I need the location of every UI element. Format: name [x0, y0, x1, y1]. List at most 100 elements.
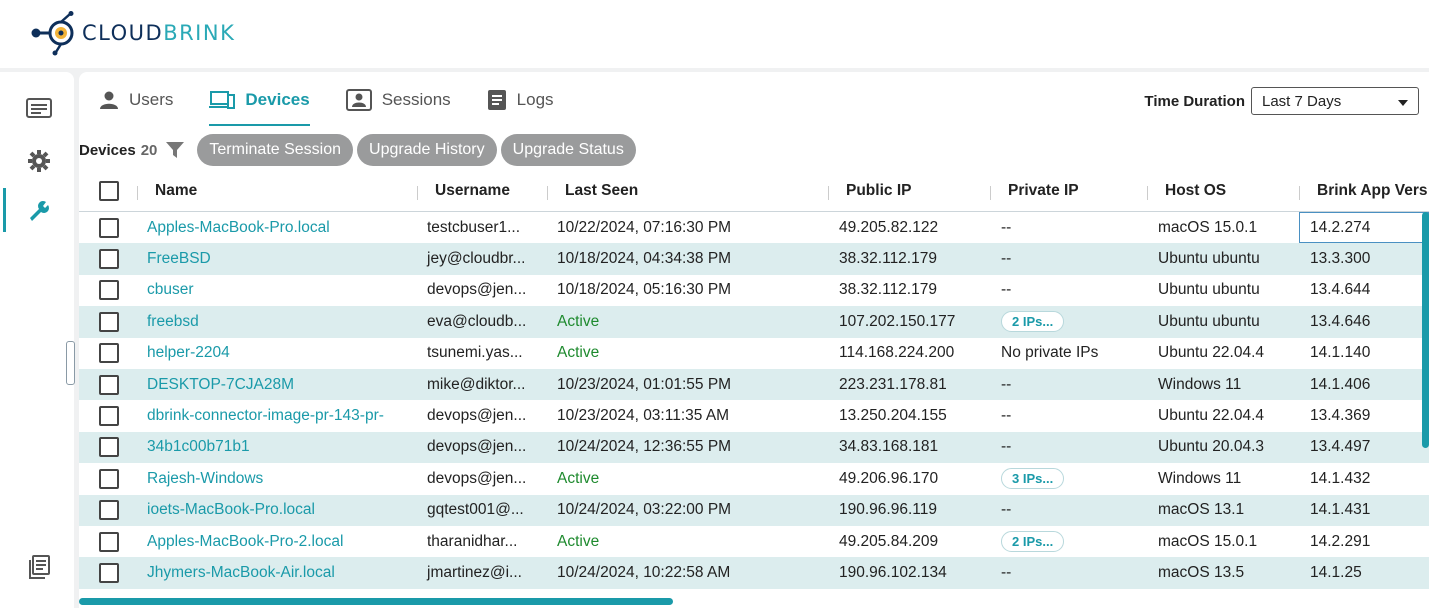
- device-name-link[interactable]: Rajesh-Windows: [147, 470, 263, 487]
- username-cell: mike@diktor...: [427, 375, 526, 393]
- username-cell: jmartinez@i...: [427, 563, 522, 581]
- cloudbrink-logo[interactable]: CLOUDBRINK: [30, 10, 235, 56]
- last-seen-cell: 10/22/2024, 07:16:30 PM: [547, 219, 828, 237]
- col-brink-app-version[interactable]: Brink App Vers: [1299, 182, 1429, 200]
- col-private-ip[interactable]: Private IP: [990, 182, 1147, 200]
- row-checkbox[interactable]: [99, 406, 119, 427]
- row-checkbox[interactable]: [99, 343, 119, 364]
- row-select-cell: [79, 343, 137, 364]
- horizontal-scrollbar[interactable]: [79, 598, 673, 605]
- last-seen-cell: 10/23/2024, 01:01:55 PM: [547, 376, 828, 394]
- tab-sessions[interactable]: Sessions: [345, 84, 451, 116]
- app-version-cell[interactable]: 14.2.274: [1299, 212, 1429, 244]
- device-name-cell: DESKTOP-7CJA28M: [137, 376, 417, 394]
- app-version-cell[interactable]: 13.4.497: [1299, 438, 1429, 456]
- row-checkbox[interactable]: [99, 217, 119, 238]
- private-ips-chip[interactable]: 3 IPs...: [1001, 468, 1065, 490]
- app-version-cell[interactable]: 14.1.406: [1299, 376, 1429, 394]
- table-row[interactable]: cbuser devops@jen... 10/18/2024, 05:16:30 …: [79, 275, 1429, 306]
- table-row[interactable]: ioets-MacBook-Pro.local gqtest001@... 10/2…: [79, 494, 1429, 526]
- device-name-link[interactable]: freebsd: [147, 313, 199, 330]
- table-row[interactable]: 34b1c00b71b1 devops@jen... 10/24/2024, 12:…: [79, 431, 1429, 464]
- tab-label: Devices: [245, 90, 310, 109]
- col-name[interactable]: Name: [137, 182, 417, 200]
- device-name-link[interactable]: dbrink-connector-image-pr-143-pr-: [147, 407, 384, 424]
- table-row[interactable]: DESKTOP-7CJA28M mike@diktor... 10/23/2024,…: [79, 368, 1429, 401]
- settings-gear-icon[interactable]: [26, 148, 52, 174]
- sidebar-collapse-handle[interactable]: [66, 341, 75, 385]
- row-select-cell: [79, 437, 137, 458]
- last-seen-cell: Active: [547, 313, 828, 331]
- private-ips-chip[interactable]: 2 IPs...: [1001, 531, 1065, 553]
- table-row[interactable]: Apples-MacBook-Pro.local testcbuser1... 10…: [79, 212, 1429, 244]
- dashboard-icon[interactable]: [26, 96, 52, 122]
- device-name-link[interactable]: cbuser: [147, 281, 194, 298]
- app-version-cell[interactable]: 14.1.140: [1299, 344, 1429, 362]
- app-version-cell[interactable]: 14.1.25: [1299, 564, 1429, 582]
- col-last-seen[interactable]: Last Seen: [547, 182, 828, 200]
- vertical-scrollbar[interactable]: [1422, 212, 1429, 448]
- dropdown-arrow-icon: [1398, 93, 1408, 110]
- row-checkbox[interactable]: [99, 500, 119, 521]
- table-row[interactable]: Jhymers-MacBook-Air.local jmartinez@i... 1…: [79, 557, 1429, 589]
- table-row[interactable]: Apples-MacBook-Pro-2.local tharanidhar...…: [79, 526, 1429, 557]
- tab-label: Sessions: [381, 90, 451, 109]
- terminate-session-button[interactable]: Terminate Session: [197, 134, 354, 166]
- app-version-cell[interactable]: 14.1.431: [1299, 501, 1429, 519]
- logs-icon: [487, 89, 507, 111]
- devices-count: 20: [140, 141, 158, 159]
- row-checkbox[interactable]: [99, 280, 119, 301]
- device-name-link[interactable]: Jhymers-MacBook-Air.local: [147, 564, 335, 581]
- col-host-os[interactable]: Host OS: [1147, 182, 1299, 200]
- private-ip-cell: No private IPs: [990, 344, 1147, 362]
- username-cell: tharanidhar...: [427, 532, 518, 550]
- row-checkbox[interactable]: [99, 468, 119, 489]
- row-checkbox[interactable]: [99, 311, 119, 332]
- app-version-cell[interactable]: 14.2.291: [1299, 533, 1429, 551]
- table-row[interactable]: dbrink-connector-image-pr-143-pr-devops@…: [79, 400, 1429, 431]
- device-name-cell: 34b1c00b71b1: [137, 438, 417, 456]
- device-name-cell: Jhymers-MacBook-Air.local: [137, 564, 417, 582]
- docs-icon[interactable]: [26, 554, 52, 580]
- table-row[interactable]: Rajesh-Windows devops@jen... Active 49.206.…: [79, 463, 1429, 494]
- time-duration-select[interactable]: Last 7 Days: [1251, 87, 1419, 115]
- upgrade-status-button[interactable]: Upgrade Status: [500, 134, 636, 166]
- row-checkbox[interactable]: [99, 374, 119, 395]
- device-name-link[interactable]: Apples-MacBook-Pro.local: [147, 219, 330, 236]
- last-seen-value: 10/23/2024, 01:01:55 PM: [557, 375, 732, 393]
- device-name-link[interactable]: FreeBSD: [147, 250, 211, 267]
- tab-users[interactable]: Users: [99, 84, 173, 116]
- device-name-link[interactable]: Apples-MacBook-Pro-2.local: [147, 533, 343, 550]
- last-seen-value: Active: [557, 344, 600, 362]
- row-checkbox[interactable]: [99, 562, 119, 583]
- device-name-link[interactable]: helper-2204: [147, 344, 230, 361]
- device-name-link[interactable]: 34b1c00b71b1: [147, 438, 250, 455]
- private-ips-chip[interactable]: 2 IPs...: [1001, 311, 1065, 333]
- upgrade-history-button[interactable]: Upgrade History: [357, 134, 497, 166]
- row-checkbox[interactable]: [99, 249, 119, 270]
- table-row[interactable]: FreeBSD jey@cloudbr... 10/18/2024, 04:34:3…: [79, 243, 1429, 275]
- app-version-cell[interactable]: 13.3.300: [1299, 250, 1429, 268]
- last-seen-value: 10/18/2024, 05:16:30 PM: [557, 281, 732, 299]
- app-version-cell[interactable]: 13.4.646: [1299, 313, 1429, 331]
- tools-wrench-icon[interactable]: [26, 198, 52, 224]
- col-public-ip[interactable]: Public IP: [828, 182, 990, 200]
- table-row[interactable]: freebsd eva@cloudb... Active 107.202.150.17…: [79, 306, 1429, 338]
- app-version-cell[interactable]: 14.1.432: [1299, 470, 1429, 488]
- private-ip-value: --: [1001, 501, 1012, 519]
- tab-bar: Users Devices Sessions Logs: [99, 84, 590, 128]
- filter-icon[interactable]: [165, 140, 185, 160]
- host-os-cell: Ubuntu ubuntu: [1158, 250, 1260, 268]
- device-name-link[interactable]: ioets-MacBook-Pro.local: [147, 501, 315, 518]
- device-name-link[interactable]: DESKTOP-7CJA28M: [147, 376, 294, 393]
- app-version-cell[interactable]: 13.4.644: [1299, 281, 1429, 299]
- app-version-cell[interactable]: 13.4.369: [1299, 407, 1429, 425]
- col-username[interactable]: Username: [417, 182, 547, 200]
- row-checkbox[interactable]: [99, 437, 119, 458]
- tab-devices[interactable]: Devices: [209, 84, 310, 126]
- table-row[interactable]: helper-2204 tsunemi.yas... Active 114.168.2…: [79, 338, 1429, 369]
- sessions-icon: [345, 89, 372, 111]
- row-checkbox[interactable]: [99, 531, 119, 552]
- tab-logs[interactable]: Logs: [487, 84, 554, 116]
- select-all-checkbox[interactable]: [99, 180, 119, 201]
